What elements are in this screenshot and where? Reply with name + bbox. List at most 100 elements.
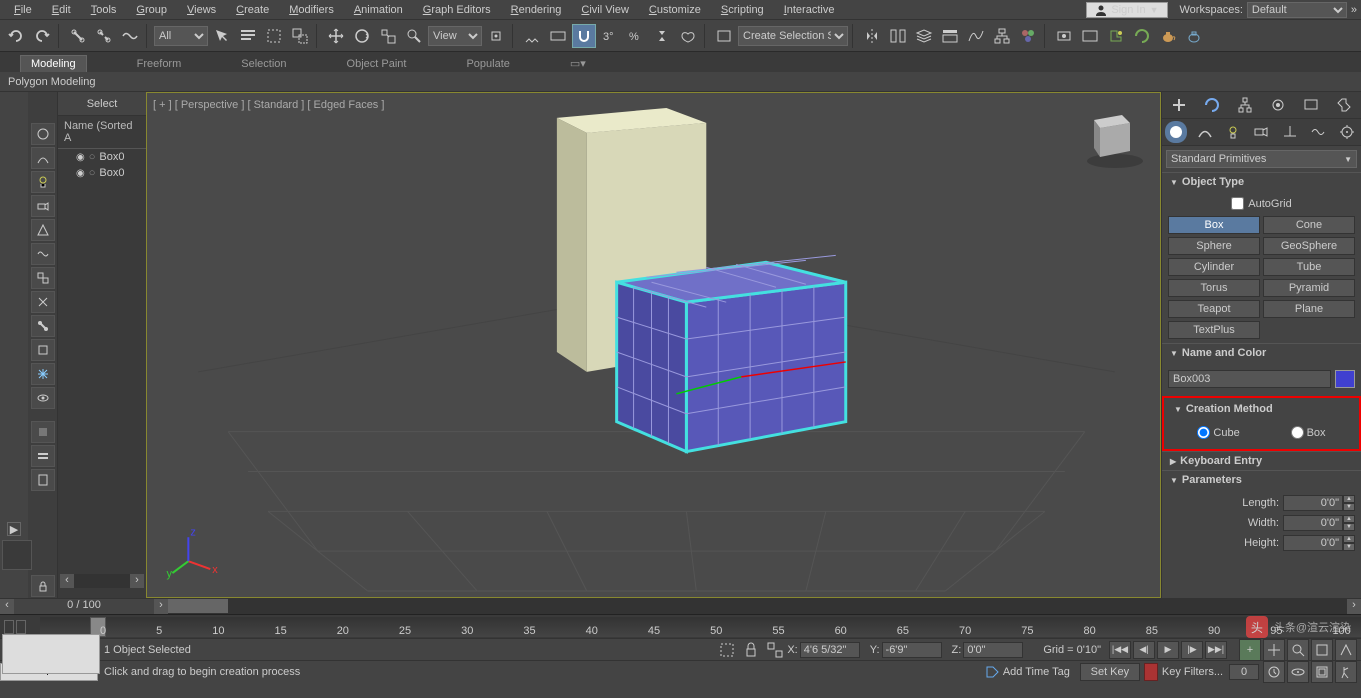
eye-icon[interactable]: ◉ xyxy=(76,168,85,179)
material-editor-button[interactable] xyxy=(1016,24,1040,48)
main-hscroll-track[interactable] xyxy=(168,599,1347,614)
render-iterative-button[interactable] xyxy=(1130,24,1154,48)
sign-in-button[interactable]: Sign In ▼ xyxy=(1086,2,1167,18)
creation-box-radio[interactable]: Box xyxy=(1291,426,1326,439)
primitive-teapot-button[interactable]: Teapot xyxy=(1168,300,1260,318)
walk-through-button[interactable] xyxy=(1335,661,1357,683)
coord-z-input[interactable] xyxy=(963,642,1023,658)
placement-button[interactable] xyxy=(402,24,426,48)
category-select[interactable]: Standard Primitives▼ xyxy=(1166,150,1357,168)
se-tool1-icon[interactable] xyxy=(31,421,55,443)
coord-y-input[interactable] xyxy=(882,642,942,658)
param-height-input[interactable] xyxy=(1283,535,1343,551)
viewport-canvas[interactable]: x y z xyxy=(147,93,1160,597)
ribbon-min-icon[interactable]: ▭▾ xyxy=(560,55,596,72)
tab-populate[interactable]: Populate xyxy=(456,56,519,72)
goto-end-button[interactable]: ▶▶| xyxy=(1205,641,1227,659)
creation-cube-radio[interactable]: Cube xyxy=(1197,426,1239,439)
fov-button[interactable] xyxy=(1335,639,1357,661)
se-lock-icon[interactable] xyxy=(31,575,55,597)
spin-up[interactable]: ▲ xyxy=(1343,515,1355,523)
hscroll-right[interactable]: › xyxy=(130,574,144,588)
filter-helpers-icon[interactable] xyxy=(31,219,55,241)
pan-view-button[interactable] xyxy=(1263,639,1285,661)
cp-hierarchy-icon[interactable] xyxy=(1234,94,1256,116)
rollout-keyboard-entry[interactable]: ▶Keyboard Entry xyxy=(1162,451,1361,470)
tab-selection[interactable]: Selection xyxy=(231,56,296,72)
workspace-menu-icon[interactable]: » xyxy=(1351,4,1357,16)
pivot-center-button[interactable] xyxy=(484,24,508,48)
timeline[interactable]: 0510152025303540455055606570758085909510… xyxy=(0,614,1361,638)
menu-rendering[interactable]: Rendering xyxy=(501,4,572,16)
zoom-view-button[interactable] xyxy=(1287,639,1309,661)
add-time-tag-button[interactable]: Add Time Tag xyxy=(985,665,1070,679)
tree-item[interactable]: ◉○Box0 xyxy=(58,165,146,181)
cp-lights-icon[interactable] xyxy=(1222,121,1244,143)
filter-lights-icon[interactable] xyxy=(31,171,55,193)
curve-editor-button[interactable] xyxy=(964,24,988,48)
time-config-button[interactable] xyxy=(1263,661,1285,683)
primitive-cone-button[interactable]: Cone xyxy=(1263,216,1355,234)
scroll-right2-button[interactable]: › xyxy=(1347,599,1361,614)
filter-xrefs-icon[interactable] xyxy=(31,291,55,313)
menu-views[interactable]: Views xyxy=(177,4,226,16)
next-frame-button[interactable]: |▶ xyxy=(1181,641,1203,659)
menu-customize[interactable]: Customize xyxy=(639,4,711,16)
scale-button[interactable] xyxy=(376,24,400,48)
set-key-button[interactable]: Set Key xyxy=(1080,663,1140,681)
render-setup-button[interactable] xyxy=(1052,24,1076,48)
expand-toggle-button[interactable]: ▶ xyxy=(7,522,21,536)
object-color-swatch[interactable] xyxy=(1335,370,1355,388)
cp-display-icon[interactable] xyxy=(1300,94,1322,116)
undo-button[interactable] xyxy=(4,24,28,48)
render-frame-button[interactable] xyxy=(1078,24,1102,48)
schematic-view-button[interactable] xyxy=(990,24,1014,48)
primitive-textplus-button[interactable]: TextPlus xyxy=(1168,321,1260,339)
select-object-button[interactable] xyxy=(210,24,234,48)
add-key-button[interactable]: + xyxy=(1239,639,1261,661)
menu-file[interactable]: File xyxy=(4,4,42,16)
rollout-parameters[interactable]: ▼Parameters xyxy=(1162,470,1361,489)
tab-modeling[interactable]: Modeling xyxy=(20,55,87,72)
menu-create[interactable]: Create xyxy=(226,4,279,16)
eye-icon[interactable]: ◉ xyxy=(76,152,85,163)
lock-icon[interactable] xyxy=(739,638,763,662)
primitive-cylinder-button[interactable]: Cylinder xyxy=(1168,258,1260,276)
menu-tools[interactable]: Tools xyxy=(81,4,127,16)
selection-lock-icon[interactable] xyxy=(715,638,739,662)
teapot-render-button[interactable] xyxy=(1156,24,1180,48)
named-sel-sets-button[interactable] xyxy=(712,24,736,48)
manipulate-button[interactable] xyxy=(520,24,544,48)
menu-group[interactable]: Group xyxy=(126,4,177,16)
timeline-btn1[interactable] xyxy=(4,620,14,634)
move-button[interactable] xyxy=(324,24,348,48)
goto-start-button[interactable]: |◀◀ xyxy=(1109,641,1131,659)
edit-selection-set-button[interactable] xyxy=(676,24,700,48)
menu-animation[interactable]: Animation xyxy=(344,4,413,16)
zoom-extents-button[interactable] xyxy=(1311,639,1333,661)
display-hidden-icon[interactable] xyxy=(31,387,55,409)
viewport-perspective[interactable]: [ + ] [ Perspective ] [ Standard ] [ Edg… xyxy=(146,92,1161,598)
cp-motion-icon[interactable] xyxy=(1267,94,1289,116)
unlink-button[interactable] xyxy=(92,24,116,48)
tab-object-paint[interactable]: Object Paint xyxy=(337,56,417,72)
viewport-thumb[interactable] xyxy=(2,540,32,570)
menu-civil-view[interactable]: Civil View xyxy=(571,4,638,16)
param-width-input[interactable] xyxy=(1283,515,1343,531)
window-crossing-button[interactable] xyxy=(288,24,312,48)
filter-groups-icon[interactable] xyxy=(31,267,55,289)
primitive-tube-button[interactable]: Tube xyxy=(1263,258,1355,276)
filter-geometry-icon[interactable] xyxy=(31,123,55,145)
filter-bones-icon[interactable] xyxy=(31,315,55,337)
timeline-btn2[interactable] xyxy=(16,620,26,634)
maximize-viewport-button[interactable] xyxy=(1311,661,1333,683)
object-name-input[interactable] xyxy=(1168,370,1331,388)
spin-up[interactable]: ▲ xyxy=(1343,495,1355,503)
key-filters-button[interactable]: Key Filters... xyxy=(1162,666,1223,678)
spin-down[interactable]: ▼ xyxy=(1343,503,1355,511)
primitive-sphere-button[interactable]: Sphere xyxy=(1168,237,1260,255)
filter-spacewarps-icon[interactable] xyxy=(31,243,55,265)
filter-shapes-icon[interactable] xyxy=(31,147,55,169)
play-button[interactable]: ▶ xyxy=(1157,641,1179,659)
orbit-button[interactable] xyxy=(1287,661,1309,683)
